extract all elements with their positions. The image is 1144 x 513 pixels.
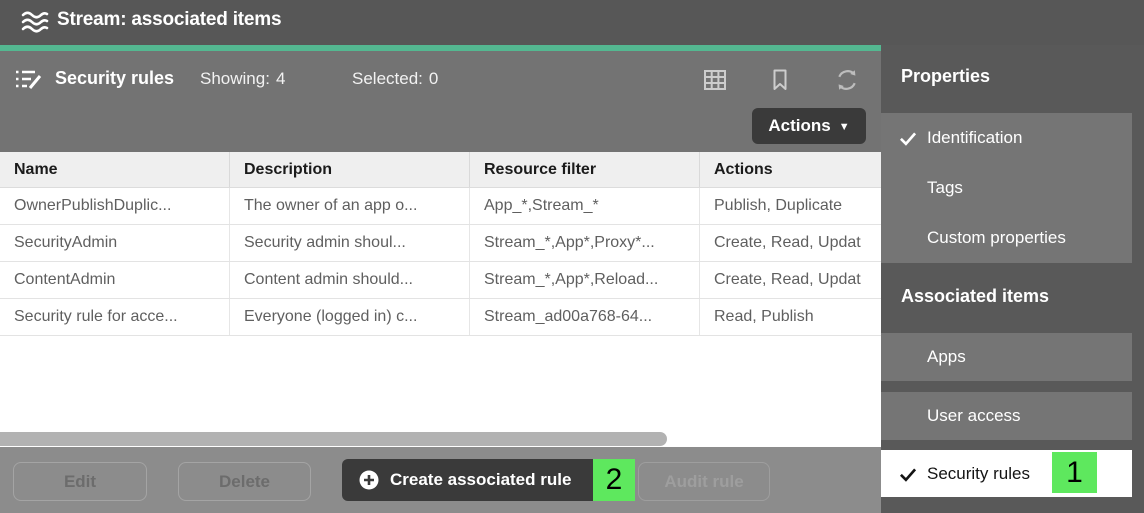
selected-label: Selected: <box>352 69 423 88</box>
table-row[interactable]: SecurityAdmin Security admin shoul... St… <box>0 225 881 262</box>
cell-resource-filter: Stream_*,App*,Reload... <box>470 262 700 298</box>
column-header-description[interactable]: Description <box>230 152 470 187</box>
actions-dropdown-button[interactable]: Actions ▼ <box>752 108 866 144</box>
cell-actions: Create, Read, Updat <box>714 271 861 288</box>
table-toolbar: Security rules Showing: 4 Selected: 0 Ac… <box>0 51 881 152</box>
cell-resource-filter: Stream_ad00a768-64... <box>470 299 700 335</box>
qmc-stream-associated-items-window: Stream: associated items Security rules … <box>0 0 1144 513</box>
list-edit-icon <box>14 67 42 93</box>
cell-resource-filter: Stream_*,App*,Proxy*... <box>470 225 700 261</box>
column-header-actions[interactable]: Actions <box>700 152 881 187</box>
cell-name: ContentAdmin <box>0 262 230 298</box>
cell-actions: Read, Publish <box>714 308 814 325</box>
sidebar-item-label: User access <box>927 406 1021 425</box>
delete-button[interactable]: Delete <box>178 462 311 501</box>
sidebar-item-label: Tags <box>927 178 963 197</box>
cell-description: Security admin shoul... <box>230 225 470 261</box>
cell-actions: Create, Read, Updat <box>714 234 861 251</box>
table-row[interactable]: OwnerPublishDuplic... The owner of an ap… <box>0 188 881 225</box>
annotation-badge-2: 2 <box>593 459 635 501</box>
sidebar-item-user-access[interactable]: User access <box>881 392 1132 440</box>
sidebar-item-label: Security rules <box>927 464 1030 483</box>
checkmark-icon <box>898 464 918 484</box>
checkmark-icon <box>898 128 918 148</box>
cell-resource-filter: App_*,Stream_* <box>470 188 700 224</box>
security-rules-table-panel: Name Description Resource filter Actions… <box>0 152 881 447</box>
sidebar-item-tags[interactable]: Tags <box>881 163 1132 213</box>
selected-count: Selected: 0 <box>352 69 438 89</box>
cell-name: Security rule for acce... <box>0 299 230 335</box>
column-header-name[interactable]: Name <box>0 152 230 187</box>
cell-name: SecurityAdmin <box>0 225 230 261</box>
cell-actions: Publish, Duplicate <box>714 197 843 214</box>
showing-label: Showing: <box>200 69 270 88</box>
table-header-row: Name Description Resource filter Actions <box>0 152 881 188</box>
cell-description: The owner of an app o... <box>230 188 470 224</box>
table-row[interactable]: ContentAdmin Content admin should... Str… <box>0 262 881 299</box>
page-title: Stream: associated items <box>57 9 282 30</box>
sidebar-item-label: Apps <box>927 347 966 366</box>
sidebar-section-associated-items: Associated items <box>901 286 1050 306</box>
sidebar-item-identification[interactable]: Identification <box>881 113 1132 163</box>
sidebar-section-properties: Properties <box>901 66 991 86</box>
refresh-icon[interactable] <box>834 67 860 93</box>
cell-description: Content admin should... <box>230 262 470 298</box>
stream-icon <box>20 8 50 36</box>
cell-description: Everyone (logged in) c... <box>230 299 470 335</box>
cell-name: OwnerPublishDuplic... <box>0 188 230 224</box>
audit-rule-button[interactable]: Audit rule <box>638 462 770 501</box>
edit-button[interactable]: Edit <box>13 462 147 501</box>
top-bar: Stream: associated items <box>0 0 1144 45</box>
sidebar-item-custom-properties[interactable]: Custom properties <box>881 213 1132 263</box>
create-associated-rule-button[interactable]: Create associated rule <box>342 459 607 501</box>
table-row[interactable]: Security rule for acce... Everyone (logg… <box>0 299 881 336</box>
sidebar-item-label: Custom properties <box>927 228 1066 247</box>
properties-sidebar: Properties Identification Tags Custom pr… <box>881 45 1144 513</box>
column-header-resource-filter[interactable]: Resource filter <box>470 152 700 187</box>
selected-value: 0 <box>428 69 439 88</box>
sidebar-item-apps[interactable]: Apps <box>881 333 1132 381</box>
annotation-badge-1: 1 <box>1052 452 1097 493</box>
bookmark-icon[interactable] <box>767 67 793 93</box>
column-selector-icon[interactable] <box>702 67 728 93</box>
chevron-down-icon: ▼ <box>838 121 850 133</box>
table-title: Security rules <box>55 68 175 88</box>
create-associated-rule-label: Create associated rule <box>390 470 572 489</box>
plus-circle-icon <box>358 469 380 491</box>
properties-items-block: Identification Tags Custom properties <box>881 113 1132 263</box>
showing-count: Showing: 4 <box>200 69 285 89</box>
actions-label: Actions <box>768 116 831 135</box>
bottom-action-bar: Edit Delete Create associated rule 2 Aud… <box>0 447 881 513</box>
security-rules-table: Name Description Resource filter Actions… <box>0 152 881 336</box>
showing-value: 4 <box>275 69 286 88</box>
horizontal-scrollbar-thumb[interactable] <box>0 432 667 446</box>
sidebar-item-label: Identification <box>927 128 1023 147</box>
